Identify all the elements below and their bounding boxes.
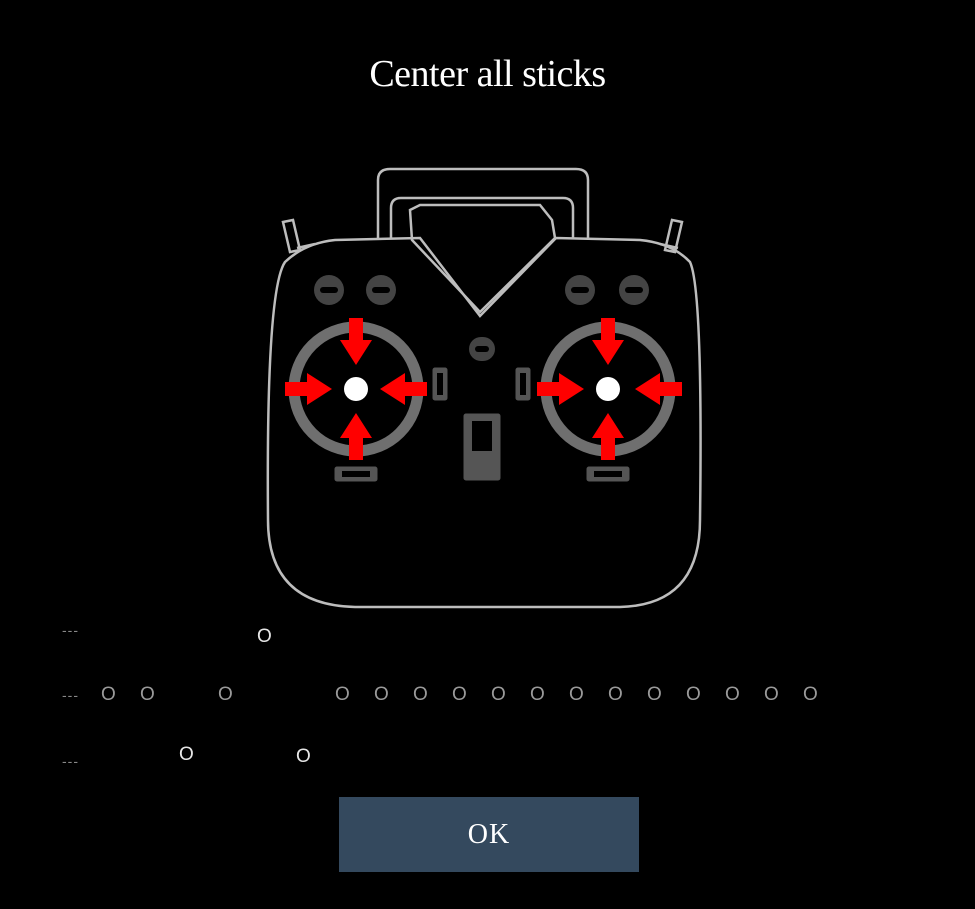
channel-indicator: O [491,684,506,705]
channel-row-3: --- O O [62,744,922,769]
row-dash: --- [62,622,79,638]
channel-row-1: --- O [62,622,922,647]
channel-indicator: O [647,684,662,705]
channel-indicator: O [335,684,350,705]
channel-indicator: O [374,684,389,705]
channel-indicator: O [101,684,116,705]
channel-indicator: O [452,684,467,705]
right-stick [596,377,620,401]
channel-indicator: O [686,684,701,705]
channel-indicator: O [608,684,623,705]
channel-indicator: O [140,684,155,705]
channel-indicator: O [296,746,311,767]
right-arrow-left [635,373,682,405]
channel-indicator: O [725,684,740,705]
ok-button[interactable]: OK [339,797,639,872]
top-knobs [314,275,649,305]
channel-indicator: O [413,684,428,705]
channel-indicator: O [803,684,818,705]
channel-indicator: O [764,684,779,705]
row-dash: --- [62,687,79,703]
channel-indicator: O [179,744,194,765]
channel-indicator: O [257,626,272,647]
left-stick [344,377,368,401]
channel-indicator: O [569,684,584,705]
screen-outline [408,203,557,314]
channel-row-2: --- O O O O O O O O O O O O O O O O [62,684,922,708]
channel-indicator: O [218,684,233,705]
radio-transmitter-illustration [266,167,702,609]
row-dash: --- [62,753,79,769]
channel-indicator: O [530,684,545,705]
